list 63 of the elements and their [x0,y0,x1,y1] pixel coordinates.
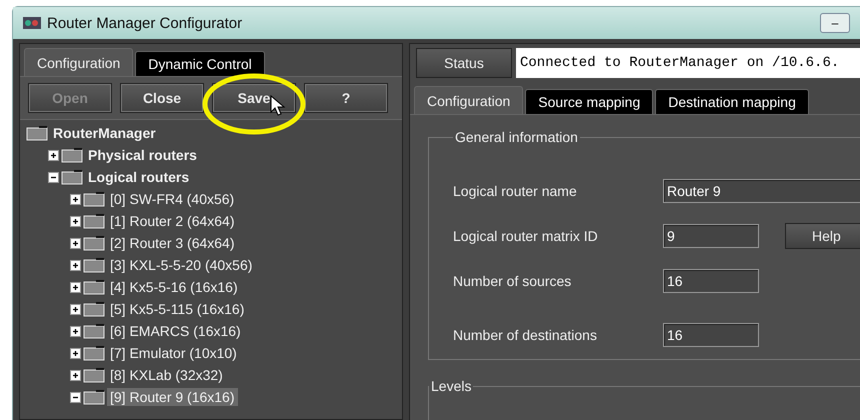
field-label: Logical router name [453,183,578,199]
tree-item[interactable]: Physical routers [85,146,200,164]
group-title: Levels [430,378,472,394]
tree-item[interactable]: [7] Emulator (10x10) [107,344,240,362]
folder-icon [83,279,105,295]
expand-icon[interactable] [70,348,81,358]
expand-icon[interactable] [70,260,81,270]
tree-item[interactable]: [3] KXL-5-5-20 (40x56) [107,256,256,274]
expand-icon[interactable] [70,326,81,336]
input-field[interactable]: 16 [663,323,759,347]
tab[interactable]: Dynamic Control [135,51,265,76]
folder-icon [83,301,105,317]
input-field[interactable]: 9 [663,224,759,248]
collapse-icon[interactable] [70,392,81,402]
expand-icon[interactable] [70,194,81,204]
expand-icon[interactable] [70,304,81,314]
folder-icon [83,345,105,361]
folder-icon [83,235,105,251]
tree-item[interactable]: [6] EMARCS (16x16) [107,322,244,340]
expand-icon[interactable] [70,370,81,380]
tab[interactable]: Configuration [24,48,134,76]
field-label: Logical router matrix ID [453,228,599,244]
folder-icon [83,367,105,383]
expand-icon[interactable] [48,150,59,160]
minimize-button[interactable]: – [820,13,850,33]
expand-icon[interactable] [70,238,81,248]
tab[interactable]: Destination mapping [655,89,809,114]
toolbar-button[interactable]: Save [212,83,296,113]
folder-icon [83,257,105,273]
tree-item[interactable]: [4] Kx5-5-16 (16x16) [107,278,241,296]
tree-item[interactable]: [2] Router 3 (64x64) [107,234,238,252]
folder-icon [83,213,105,229]
field-label: Number of sources [453,273,572,289]
tree-item[interactable]: Logical routers [85,168,192,186]
status-field: Connected to RouterManager on /10.6.6. [516,48,860,78]
tree-item[interactable]: [1] Router 2 (64x64) [107,212,238,230]
status-button[interactable]: Status [416,48,512,78]
group-title: General information [454,129,579,145]
mouse-cursor-icon [270,95,286,117]
folder-icon [61,147,83,163]
collapse-icon[interactable] [48,172,59,182]
help-button[interactable]: Help [785,223,860,249]
folder-icon [26,125,48,141]
input-field[interactable]: 16 [663,269,759,293]
folder-icon [83,323,105,339]
folder-icon [83,389,105,405]
toolbar-button[interactable]: Close [120,83,204,113]
expand-icon[interactable] [70,216,81,226]
tree-item[interactable]: [9] Router 9 (16x16) [107,388,238,406]
tab[interactable]: Source mapping [525,89,654,114]
toolbar-button[interactable]: ? [304,83,388,113]
tab[interactable]: Configuration [414,86,524,114]
tree-item[interactable]: [5] Kx5-5-115 (16x16) [107,300,248,318]
app-logo-icon [23,17,41,29]
tree-item[interactable]: [0] SW-FR4 (40x56) [107,190,238,208]
input-field[interactable]: Router 9 [663,179,860,203]
tree-item[interactable]: [8] KXLab (32x32) [107,366,226,384]
folder-icon [61,169,83,185]
folder-icon [83,191,105,207]
expand-icon[interactable] [70,282,81,292]
window-title: Router Manager Configurator [47,14,244,32]
field-label: Number of destinations [453,327,598,343]
tree-item[interactable]: RouterManager [50,124,159,142]
